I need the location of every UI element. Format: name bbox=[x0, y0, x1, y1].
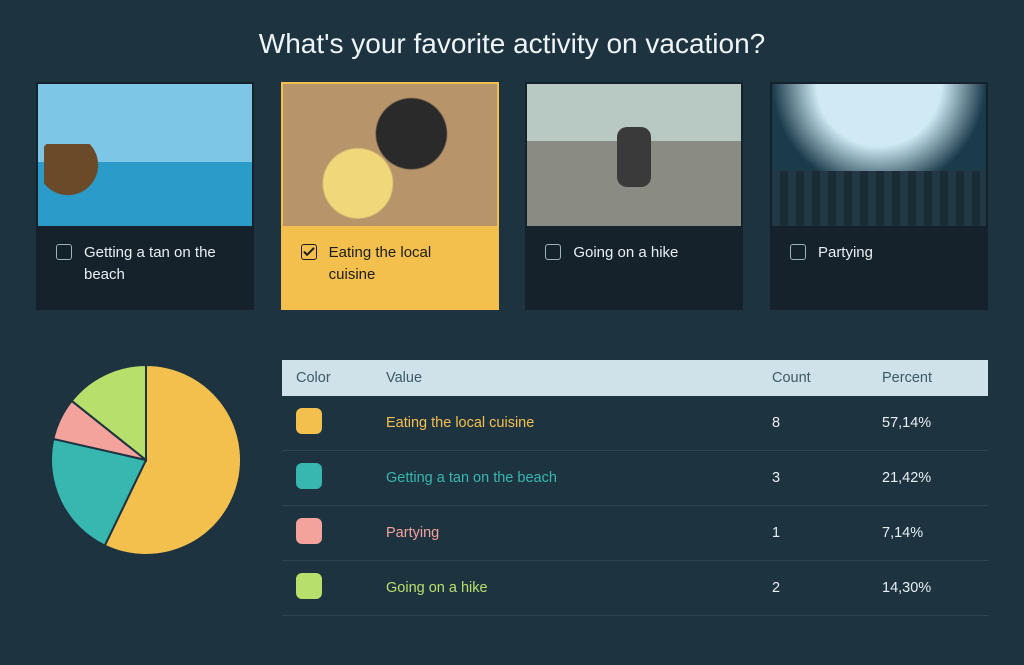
col-value: Value bbox=[372, 360, 758, 396]
table-row: Partying17,14% bbox=[282, 505, 988, 560]
cell-value: Eating the local cuisine bbox=[372, 396, 758, 451]
col-count: Count bbox=[758, 360, 868, 396]
results-table: Color Value Count Percent Eating the loc… bbox=[282, 360, 988, 616]
color-swatch bbox=[296, 408, 322, 434]
checkbox-icon[interactable] bbox=[56, 244, 72, 260]
cell-value: Partying bbox=[372, 505, 758, 560]
option-image bbox=[527, 84, 741, 226]
results-section: Color Value Count Percent Eating the loc… bbox=[36, 360, 988, 616]
cell-color bbox=[282, 505, 372, 560]
options-row: Getting a tan on the beach Eating the loc… bbox=[36, 82, 988, 310]
color-swatch bbox=[296, 518, 322, 544]
checkbox-icon[interactable] bbox=[545, 244, 561, 260]
cell-value: Getting a tan on the beach bbox=[372, 450, 758, 505]
option-card-0[interactable]: Getting a tan on the beach bbox=[36, 82, 254, 310]
table-row: Getting a tan on the beach321,42% bbox=[282, 450, 988, 505]
cell-color bbox=[282, 560, 372, 615]
option-label: Going on a hike bbox=[573, 242, 678, 264]
option-image bbox=[772, 84, 986, 226]
col-color: Color bbox=[282, 360, 372, 396]
results-table-body: Eating the local cuisine857,14%Getting a… bbox=[282, 396, 988, 616]
cell-count: 2 bbox=[758, 560, 868, 615]
option-label: Getting a tan on the beach bbox=[84, 242, 234, 286]
table-row: Going on a hike214,30% bbox=[282, 560, 988, 615]
option-image bbox=[38, 84, 252, 226]
cell-count: 3 bbox=[758, 450, 868, 505]
cell-count: 1 bbox=[758, 505, 868, 560]
question-title: What's your favorite activity on vacatio… bbox=[36, 28, 988, 60]
option-card-2[interactable]: Going on a hike bbox=[525, 82, 743, 310]
cell-color bbox=[282, 450, 372, 505]
checkbox-icon[interactable] bbox=[301, 244, 317, 260]
option-caption: Getting a tan on the beach bbox=[38, 226, 252, 308]
cell-value: Going on a hike bbox=[372, 560, 758, 615]
option-image bbox=[283, 84, 497, 226]
cell-percent: 14,30% bbox=[868, 560, 988, 615]
cell-color bbox=[282, 396, 372, 451]
color-swatch bbox=[296, 463, 322, 489]
pie-chart bbox=[46, 360, 246, 560]
option-caption: Eating the local cuisine bbox=[283, 226, 497, 308]
color-swatch bbox=[296, 573, 322, 599]
option-label: Partying bbox=[818, 242, 873, 264]
cell-count: 8 bbox=[758, 396, 868, 451]
option-caption: Partying bbox=[772, 226, 986, 306]
option-label: Eating the local cuisine bbox=[329, 242, 479, 286]
option-card-3[interactable]: Partying bbox=[770, 82, 988, 310]
option-caption: Going on a hike bbox=[527, 226, 741, 306]
option-card-1[interactable]: Eating the local cuisine bbox=[281, 82, 499, 310]
cell-percent: 7,14% bbox=[868, 505, 988, 560]
col-percent: Percent bbox=[868, 360, 988, 396]
cell-percent: 21,42% bbox=[868, 450, 988, 505]
table-row: Eating the local cuisine857,14% bbox=[282, 396, 988, 451]
pie-chart-container bbox=[46, 360, 246, 565]
checkbox-icon[interactable] bbox=[790, 244, 806, 260]
cell-percent: 57,14% bbox=[868, 396, 988, 451]
